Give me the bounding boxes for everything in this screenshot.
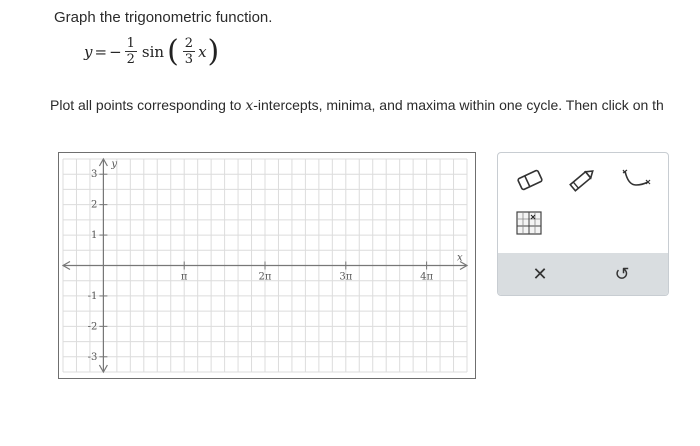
pencil-tool[interactable] xyxy=(564,165,600,195)
drawing-toolbar: ✕ ↺ xyxy=(497,152,669,296)
grid-icon xyxy=(516,211,542,235)
sine-curve-icon xyxy=(622,169,651,186)
left-paren: ( xyxy=(167,33,179,69)
undo-icon: ↺ xyxy=(614,263,630,284)
eraser-icon xyxy=(517,169,543,191)
y-axis-label: y xyxy=(110,159,117,170)
function-equation: y = − 1 2 sin ( 2 3 x ) xyxy=(84,36,220,67)
coefficient-numerator: 1 xyxy=(124,36,137,52)
argument-numerator: 2 xyxy=(182,36,196,52)
y-tick-label: 2 xyxy=(91,200,97,211)
close-icon: ✕ xyxy=(532,263,548,284)
sine-curve-tool[interactable] xyxy=(618,163,658,195)
graph-area[interactable]: x y π 2π 3π 4π 3 2 1 -1 -2 -3 xyxy=(58,152,476,379)
grid-options-tool[interactable] xyxy=(514,209,544,237)
x-tick-label: 2π xyxy=(259,272,272,283)
undo-button[interactable]: ↺ xyxy=(602,259,642,289)
instruction-part2: -intercepts, minima, and maxima within o… xyxy=(253,97,664,113)
argument-denominator: 3 xyxy=(184,52,194,67)
equation-sign: − xyxy=(109,42,122,61)
y-tick-label: 3 xyxy=(91,169,97,180)
argument-fraction: 2 3 xyxy=(182,36,196,67)
pencil-icon xyxy=(569,170,594,192)
question-prompt: Graph the trigonometric function. xyxy=(54,9,273,26)
toolbar-footer: ✕ ↺ xyxy=(498,253,668,295)
y-tick-label: -1 xyxy=(88,291,98,302)
y-tick-label: -2 xyxy=(88,321,98,332)
x-tick-label: 3π xyxy=(339,272,352,283)
y-tick-label: 1 xyxy=(91,230,97,241)
equation-lhs: y xyxy=(84,42,93,61)
coordinate-plane[interactable]: x y π 2π 3π 4π 3 2 1 -1 -2 -3 xyxy=(59,153,475,378)
coefficient-fraction: 1 2 xyxy=(124,36,137,67)
y-tick-label: -3 xyxy=(88,352,98,363)
clear-button[interactable]: ✕ xyxy=(520,259,560,289)
instruction-part1: Plot all points corresponding to xyxy=(50,97,246,113)
instruction-text: Plot all points corresponding to x-inter… xyxy=(50,97,664,114)
equation-equals: = xyxy=(94,42,108,61)
equation-variable: x xyxy=(198,42,207,61)
coefficient-denominator: 2 xyxy=(126,52,135,67)
x-tick-label: π xyxy=(181,272,188,283)
x-axis-label: x xyxy=(457,253,463,264)
right-paren: ) xyxy=(207,33,220,69)
x-tick-label: 4π xyxy=(420,272,433,283)
eraser-tool[interactable] xyxy=(512,165,548,195)
equation-function: sin xyxy=(141,42,165,61)
